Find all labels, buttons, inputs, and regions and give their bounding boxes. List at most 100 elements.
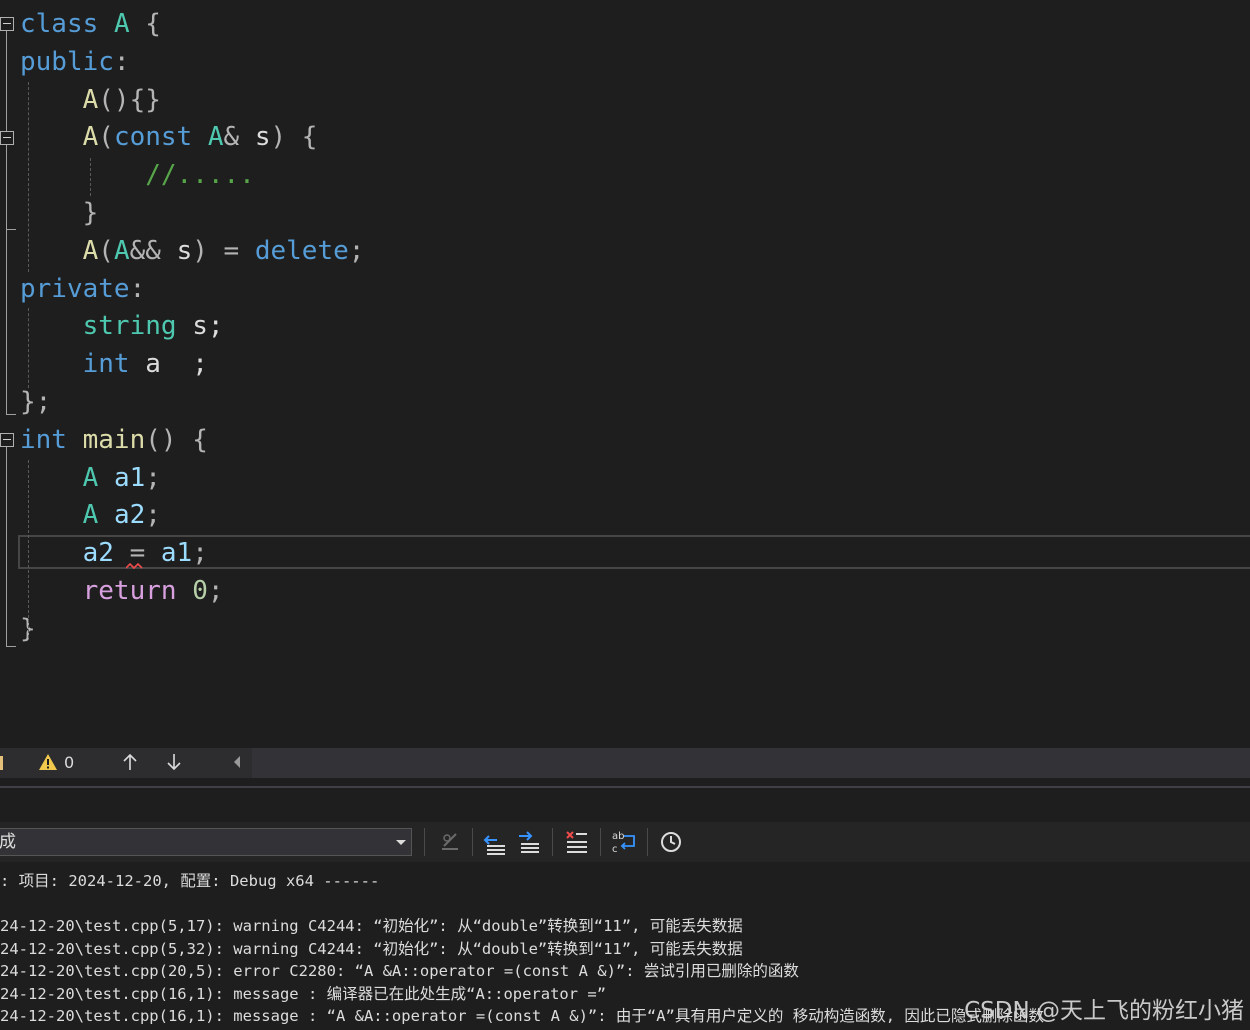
code-line[interactable]: A(const A& s) { <box>20 118 318 156</box>
code-line[interactable]: return 0; <box>20 572 224 610</box>
code-editor[interactable]: class A {public: A(){} A(const A& s) { /… <box>0 0 1250 748</box>
indent-guide <box>28 82 29 272</box>
code-line[interactable]: } <box>20 194 99 232</box>
code-line[interactable]: A(){} <box>20 81 161 119</box>
toolbar-divider <box>600 828 601 856</box>
arrow-down-icon[interactable] <box>165 748 183 778</box>
code-line[interactable]: int a ; <box>20 345 208 383</box>
output-line[interactable]: 24-12-20\test.cpp(20,5): error C2280: “A… <box>0 960 799 982</box>
code-line[interactable]: int main() { <box>20 421 208 459</box>
code-token: a1 <box>160 538 193 569</box>
code-token: class <box>20 9 99 39</box>
code-token: ; <box>348 235 365 266</box>
fold-end-copy-ctor <box>6 229 16 230</box>
code-token: ; <box>145 462 161 493</box>
code-token: 0 <box>192 576 208 606</box>
code-line[interactable]: private: <box>20 270 145 308</box>
code-token: private <box>20 273 130 304</box>
clear-all-icon[interactable] <box>563 828 591 856</box>
output-source-select[interactable]: 成 <box>0 828 412 856</box>
show-timestamps-icon[interactable] <box>657 828 685 856</box>
code-token: ( <box>98 122 114 153</box>
code-token: string <box>82 311 177 342</box>
output-line[interactable]: 24-12-20\test.cpp(16,1): message : “A &A… <box>0 1005 1044 1027</box>
collapse-main-icon[interactable] <box>0 433 14 447</box>
code-token: s <box>176 235 193 266</box>
collapse-copy-ctor-icon[interactable] <box>0 131 14 145</box>
error-indicator <box>0 756 3 770</box>
output-source-value: 成 <box>0 832 16 852</box>
code-line[interactable]: a2 = a1; <box>20 534 208 572</box>
code-token: A <box>82 122 99 153</box>
code-line[interactable]: A(A&& s) = delete; <box>20 232 365 270</box>
output-line[interactable]: : 项目: 2024-12-20, 配置: Debug x64 ------ <box>0 870 379 892</box>
code-token: A <box>207 122 224 153</box>
code-token: main <box>82 424 146 455</box>
code-line[interactable]: A a1; <box>20 459 161 497</box>
svg-text:c: c <box>612 844 618 855</box>
code-token: (){} <box>98 84 161 115</box>
code-token: }; <box>20 387 52 417</box>
horizontal-scrollbar[interactable] <box>252 748 1250 778</box>
find-message-icon[interactable] <box>436 828 464 856</box>
fold-line-class <box>6 31 7 415</box>
code-token: A <box>82 235 99 266</box>
code-token: } <box>82 198 99 228</box>
toolbar-divider <box>647 828 648 856</box>
code-line[interactable]: //..... <box>20 156 255 194</box>
code-token: public <box>20 46 114 77</box>
error-squiggle[interactable] <box>126 563 144 569</box>
output-line[interactable]: 24-12-20\test.cpp(16,1): message : 编译器已在… <box>0 983 606 1005</box>
watermark: CSDN @天上飞的粉红小猪 <box>964 998 1244 1024</box>
code-line[interactable]: }; <box>20 383 51 421</box>
code-token: //..... <box>145 160 255 191</box>
scroll-left-icon[interactable] <box>232 748 242 778</box>
go-next-message-icon[interactable] <box>515 828 543 856</box>
arrow-up-icon[interactable] <box>121 748 139 778</box>
warning-icon[interactable] <box>38 748 58 778</box>
collapse-class-icon[interactable] <box>0 17 14 31</box>
toolbar-divider <box>552 828 553 856</box>
code-token: A <box>82 500 99 531</box>
indent-guide <box>90 158 91 196</box>
toggle-word-wrap-icon[interactable]: ab c <box>610 828 638 856</box>
go-previous-message-icon[interactable] <box>481 828 509 856</box>
code-token: ; <box>207 576 224 606</box>
code-line[interactable]: public: <box>20 43 130 81</box>
output-line[interactable]: 24-12-20\test.cpp(5,32): warning C4244: … <box>0 938 743 960</box>
code-token: : <box>113 46 130 77</box>
svg-text:ab: ab <box>612 831 624 842</box>
code-line[interactable]: string s; <box>20 307 224 345</box>
code-token: int <box>20 424 67 455</box>
code-token: ; <box>192 538 208 569</box>
code-token: & <box>223 122 255 153</box>
code-token: A <box>113 235 130 266</box>
editor-status-bar: 0 <box>0 748 1250 778</box>
code-line[interactable]: A a2; <box>20 496 161 534</box>
warning-count[interactable]: 0 <box>64 748 74 778</box>
indent-guide <box>28 460 29 638</box>
code-line[interactable]: class A { <box>20 5 161 43</box>
code-token: () { <box>145 424 208 455</box>
fold-end-class <box>6 414 16 415</box>
indent-guide <box>28 308 29 388</box>
fold-line-main <box>6 447 7 647</box>
code-token: a ; <box>129 349 208 380</box>
output-line[interactable]: 24-12-20\test.cpp(5,17): warning C4244: … <box>0 915 743 937</box>
code-token: a1 <box>113 462 146 493</box>
code-token: s; <box>176 311 224 342</box>
panel-splitter[interactable] <box>0 786 1250 788</box>
code-token: return <box>82 576 177 606</box>
